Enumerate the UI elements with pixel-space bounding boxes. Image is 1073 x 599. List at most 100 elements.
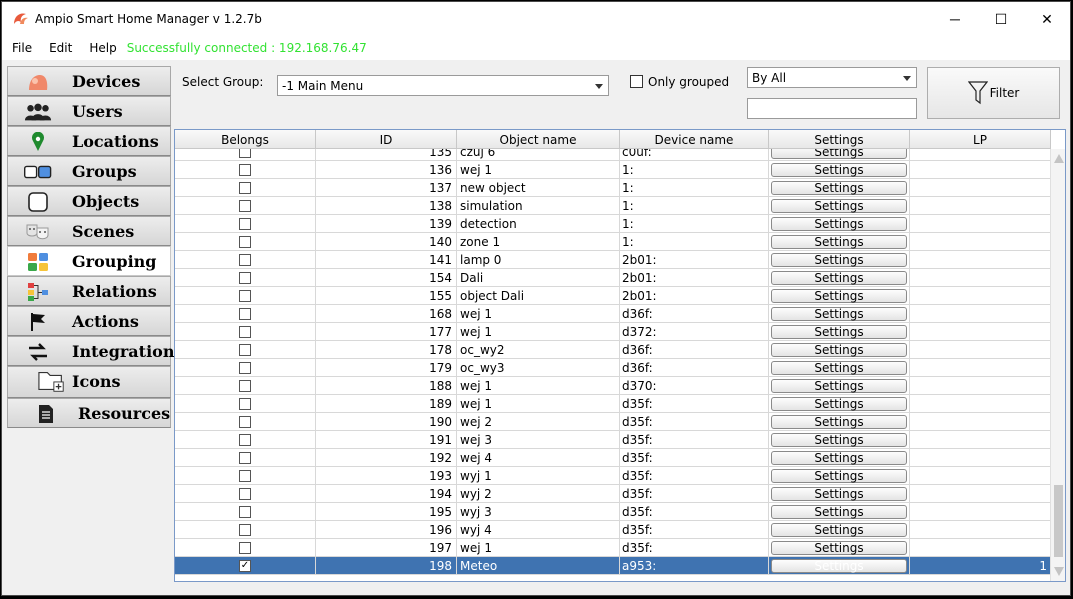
column-header-lp[interactable]: LP — [910, 130, 1051, 149]
sidebar-item-integrations[interactable]: Integrations — [7, 336, 183, 366]
settings-button[interactable]: Settings — [771, 379, 907, 393]
settings-button[interactable]: Settings — [771, 361, 907, 375]
settings-button[interactable]: Settings — [771, 289, 907, 303]
table-row[interactable]: 188 wej 1 d370: Settings — [175, 377, 1051, 395]
settings-button[interactable]: Settings — [771, 487, 907, 501]
settings-button[interactable]: Settings — [771, 505, 907, 519]
table-row[interactable]: 194 wyj 2 d35f: Settings — [175, 485, 1051, 503]
belongs-checkbox[interactable] — [239, 362, 251, 374]
belongs-checkbox[interactable] — [239, 290, 251, 302]
maximize-button[interactable]: ☐ — [978, 2, 1024, 36]
belongs-checkbox[interactable] — [239, 488, 251, 500]
sidebar-item-users[interactable]: Users — [7, 96, 171, 126]
table-row[interactable]: 196 wyj 4 d35f: Settings — [175, 521, 1051, 539]
table-row[interactable]: 138 simulation 1: Settings — [175, 197, 1051, 215]
table-row[interactable]: 179 oc_wy3 d36f: Settings — [175, 359, 1051, 377]
title-bar[interactable]: Ampio Smart Home Manager v 1.2.7b ─ ☐ ✕ — [2, 2, 1070, 36]
search-input[interactable] — [747, 98, 917, 119]
settings-button[interactable]: Settings — [771, 217, 907, 231]
table-row[interactable]: 141 lamp 0 2b01: Settings — [175, 251, 1051, 269]
sidebar-item-relations[interactable]: Relations — [7, 276, 171, 306]
belongs-checkbox[interactable] — [239, 200, 251, 212]
table-row[interactable]: 197 wej 1 d35f: Settings — [175, 539, 1051, 557]
table-row[interactable]: 136 wej 1 1: Settings — [175, 161, 1051, 179]
table-row[interactable]: 137 new object 1: Settings — [175, 179, 1051, 197]
table-row[interactable]: 168 wej 1 d36f: Settings — [175, 305, 1051, 323]
sidebar-item-resources[interactable]: Resources — [7, 398, 171, 428]
minimize-button[interactable]: ─ — [932, 2, 978, 36]
settings-button[interactable]: Settings — [771, 181, 907, 195]
vertical-scrollbar[interactable] — [1050, 149, 1065, 581]
menu-file[interactable]: File — [2, 41, 39, 55]
belongs-checkbox[interactable] — [239, 218, 251, 230]
close-button[interactable]: ✕ — [1024, 2, 1070, 36]
table-row[interactable]: 139 detection 1: Settings — [175, 215, 1051, 233]
column-header-settings[interactable]: Settings — [769, 130, 910, 149]
table-row[interactable]: 178 oc_wy2 d36f: Settings — [175, 341, 1051, 359]
settings-button[interactable]: Settings — [771, 559, 907, 573]
only-grouped-checkbox[interactable] — [630, 75, 643, 88]
settings-button[interactable]: Settings — [771, 433, 907, 447]
belongs-checkbox[interactable] — [239, 434, 251, 446]
sidebar-item-grouping[interactable]: Grouping — [7, 246, 171, 276]
menu-help[interactable]: Help — [79, 41, 123, 55]
belongs-checkbox[interactable] — [239, 149, 251, 158]
scroll-down-icon[interactable] — [1054, 567, 1064, 576]
column-header-device-name[interactable]: Device name — [620, 130, 769, 149]
table-row[interactable]: 155 object Dali 2b01: Settings — [175, 287, 1051, 305]
belongs-checkbox[interactable] — [239, 272, 251, 284]
filter-button[interactable]: Filter — [927, 67, 1060, 119]
menu-edit[interactable]: Edit — [39, 41, 79, 55]
scroll-up-icon[interactable] — [1054, 154, 1064, 163]
settings-button[interactable]: Settings — [771, 397, 907, 411]
belongs-checkbox[interactable] — [239, 236, 251, 248]
settings-button[interactable]: Settings — [771, 415, 907, 429]
select-group-dropdown[interactable]: -1 Main Menu — [277, 75, 609, 96]
table-row[interactable]: 191 wej 3 d35f: Settings — [175, 431, 1051, 449]
sidebar-item-locations[interactable]: Locations — [7, 126, 171, 156]
belongs-checkbox[interactable] — [239, 524, 251, 536]
settings-button[interactable]: Settings — [771, 325, 907, 339]
settings-button[interactable]: Settings — [771, 469, 907, 483]
belongs-checkbox[interactable] — [239, 182, 251, 194]
belongs-checkbox[interactable] — [239, 326, 251, 338]
sidebar-item-scenes[interactable]: Scenes — [7, 216, 171, 246]
sidebar-item-actions[interactable]: Actions — [7, 306, 171, 336]
sidebar-item-objects[interactable]: Objects — [7, 186, 171, 216]
column-header-id[interactable]: ID — [316, 130, 457, 149]
belongs-checkbox[interactable] — [239, 398, 251, 410]
table-row[interactable]: 177 wej 1 d372: Settings — [175, 323, 1051, 341]
table-row[interactable]: 195 wyj 3 d35f: Settings — [175, 503, 1051, 521]
table-row[interactable]: ✓ 198 Meteo a953: Settings 1 — [175, 557, 1051, 575]
settings-button[interactable]: Settings — [771, 149, 907, 159]
settings-button[interactable]: Settings — [771, 271, 907, 285]
table-row[interactable]: 189 wej 1 d35f: Settings — [175, 395, 1051, 413]
settings-button[interactable]: Settings — [771, 235, 907, 249]
table-row[interactable]: 135 czuj 6 c0uf: Settings — [175, 149, 1051, 161]
belongs-checkbox[interactable] — [239, 416, 251, 428]
belongs-checkbox[interactable] — [239, 470, 251, 482]
settings-button[interactable]: Settings — [771, 523, 907, 537]
table-row[interactable]: 192 wej 4 d35f: Settings — [175, 449, 1051, 467]
column-header-object-name[interactable]: Object name — [457, 130, 620, 149]
settings-button[interactable]: Settings — [771, 451, 907, 465]
filter-by-dropdown[interactable]: By All — [747, 67, 917, 88]
belongs-checkbox[interactable] — [239, 164, 251, 176]
belongs-checkbox[interactable] — [239, 542, 251, 554]
belongs-checkbox[interactable]: ✓ — [239, 560, 251, 572]
table-row[interactable]: 154 Dali 2b01: Settings — [175, 269, 1051, 287]
table-row[interactable]: 190 wej 2 d35f: Settings — [175, 413, 1051, 431]
sidebar-item-devices[interactable]: Devices — [7, 66, 171, 96]
belongs-checkbox[interactable] — [239, 506, 251, 518]
settings-button[interactable]: Settings — [771, 307, 907, 321]
sidebar-item-icons[interactable]: Icons — [7, 366, 171, 398]
settings-button[interactable]: Settings — [771, 343, 907, 357]
belongs-checkbox[interactable] — [239, 344, 251, 356]
settings-button[interactable]: Settings — [771, 163, 907, 177]
table-row[interactable]: 140 zone 1 1: Settings — [175, 233, 1051, 251]
belongs-checkbox[interactable] — [239, 452, 251, 464]
settings-button[interactable]: Settings — [771, 199, 907, 213]
settings-button[interactable]: Settings — [771, 541, 907, 555]
belongs-checkbox[interactable] — [239, 308, 251, 320]
belongs-checkbox[interactable] — [239, 254, 251, 266]
